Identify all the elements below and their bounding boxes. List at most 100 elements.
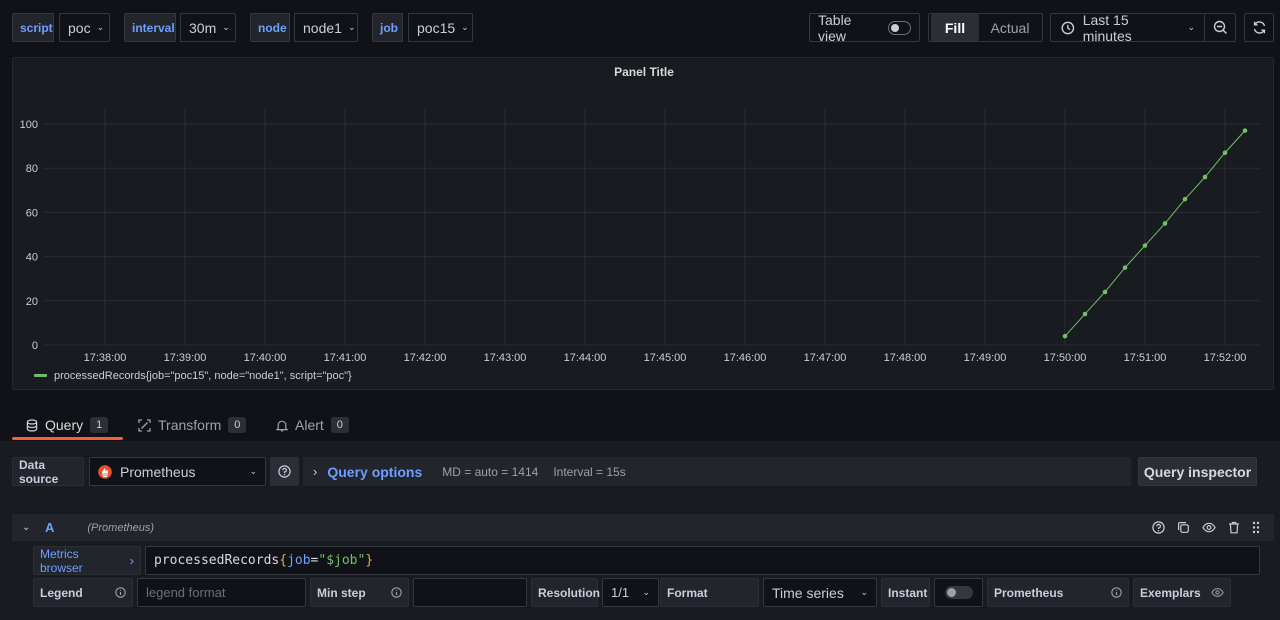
datasource-value: Prometheus — [120, 463, 196, 480]
x-tick-label: 17:45:00 — [644, 352, 687, 364]
series-line — [1064, 130, 1246, 337]
help-icon[interactable] — [1152, 521, 1165, 534]
chevron-down-icon: ⌄ — [347, 22, 356, 32]
panel-title: Panel Title — [614, 65, 674, 79]
resolution-select[interactable]: 1/1 ⌄ — [602, 578, 659, 607]
tab-alert[interactable]: Alert 0 — [276, 412, 349, 438]
tab-query[interactable]: Query 1 — [26, 412, 109, 438]
tab-transform-count: 0 — [228, 417, 247, 433]
chevron-down-icon: ⌄ — [860, 587, 868, 597]
variable-value-node: node1 — [303, 19, 342, 36]
y-tick-label: 80 — [26, 163, 38, 175]
variable-label-job: job — [372, 13, 403, 42]
tab-transform[interactable]: Transform 0 — [138, 412, 247, 438]
query-ref-id[interactable]: A — [45, 520, 54, 535]
prometheus-label: Prometheus — [994, 585, 1064, 600]
info-icon[interactable] — [391, 587, 402, 598]
chevron-down-icon: ⌄ — [461, 22, 469, 32]
tab-alert-label: Alert — [295, 417, 324, 433]
format-select[interactable]: Time series ⌄ — [763, 578, 877, 607]
legend-option: Legend — [33, 578, 133, 607]
datasource-help-button[interactable] — [270, 457, 299, 486]
refresh-button[interactable] — [1244, 13, 1274, 42]
chevron-down-icon: ⌄ — [249, 466, 257, 476]
variable-select-node[interactable]: node1 ⌄ — [294, 13, 358, 42]
drag-handle-icon[interactable] — [1252, 521, 1260, 534]
instant-label: Instant — [881, 578, 930, 607]
format-value: Time series — [772, 584, 844, 601]
chevron-right-icon: › — [129, 553, 134, 568]
variable-select-interval[interactable]: 30m ⌄ — [180, 13, 236, 42]
min-step-input[interactable] — [413, 578, 527, 607]
query-options-bar[interactable]: › Query options MD = auto = 1414 Interva… — [303, 457, 1131, 486]
info-icon[interactable] — [115, 587, 126, 598]
variable-select-script[interactable]: poc ⌄ — [59, 13, 110, 42]
query-options-label: Query options — [327, 463, 423, 480]
promql-query-input[interactable]: processedRecords{job = "$job"} — [145, 546, 1260, 575]
chevron-down-icon: ⌄ — [1187, 22, 1195, 32]
data-point — [1162, 221, 1168, 226]
x-tick-label: 17:47:00 — [804, 352, 847, 364]
eye-icon[interactable] — [1202, 521, 1216, 534]
format-label: Format — [660, 578, 759, 607]
y-tick-label: 60 — [26, 207, 38, 219]
query-options-interval: Interval = 15s — [553, 464, 626, 479]
y-tick-label: 0 — [32, 340, 38, 352]
query-brace-open: { — [279, 553, 288, 568]
data-point — [1222, 150, 1228, 156]
time-range-picker[interactable]: Last 15 minutes ⌄ — [1050, 12, 1206, 44]
x-tick-label: 17:46:00 — [724, 352, 767, 364]
x-tick-label: 17:43:00 — [484, 352, 527, 364]
duplicate-icon[interactable] — [1177, 521, 1190, 534]
database-icon — [26, 418, 38, 432]
fill-actual-group: Fill Actual — [928, 13, 1043, 42]
metrics-browser-button[interactable]: Metrics browser › — [33, 546, 141, 575]
clock-icon — [1061, 21, 1075, 34]
datasource-picker[interactable]: Prometheus ⌄ — [89, 457, 266, 486]
data-point — [1142, 243, 1148, 248]
data-point — [1202, 174, 1208, 180]
info-icon[interactable] — [1111, 587, 1122, 598]
refresh-icon — [1253, 21, 1265, 34]
time-series-chart: Panel Title 0 20 40 60 80 100 17:38:00 17:39:00… — [20, 65, 1260, 382]
legend-entry: processedRecords{job="poc15", node="node… — [54, 370, 352, 382]
x-tick-label: 17:51:00 — [1124, 352, 1167, 364]
query-brace-close: } — [365, 553, 374, 568]
chevron-right-icon: › — [313, 464, 318, 479]
query-row-actions — [1152, 521, 1274, 534]
query-metric: processedRecords — [154, 553, 280, 568]
variable-value-job: poc15 — [417, 19, 456, 36]
table-view-toggle[interactable]: Table view — [809, 12, 920, 44]
instant-toggle[interactable] — [934, 578, 983, 607]
collapse-icon[interactable]: ⌄ — [22, 522, 36, 533]
actual-button[interactable]: Actual — [979, 14, 1041, 41]
x-tick-label: 17:40:00 — [244, 352, 287, 364]
query-datasource-name: (Prometheus) — [87, 521, 155, 534]
metrics-browser-label: Metrics browser — [40, 546, 83, 575]
variable-value-interval: 30m — [189, 19, 217, 36]
legend-format-input[interactable]: legend format — [137, 578, 306, 607]
data-point — [1122, 265, 1128, 270]
zoom-out-icon — [1213, 20, 1227, 34]
trash-icon[interactable] — [1228, 521, 1240, 534]
chevron-down-icon: ⌄ — [642, 587, 650, 597]
bell-icon — [276, 420, 288, 431]
help-icon — [278, 465, 291, 478]
prometheus-option: Prometheus — [987, 578, 1129, 607]
x-tick-label: 17:52:00 — [1204, 352, 1247, 364]
tab-transform-label: Transform — [158, 417, 222, 433]
query-operator: = — [310, 553, 319, 568]
variable-select-job[interactable]: poc15 ⌄ — [408, 13, 473, 42]
eye-icon[interactable] — [1211, 587, 1224, 598]
transform-icon — [138, 418, 151, 432]
query-inspector-button[interactable]: Query inspector — [1138, 457, 1257, 486]
toggle-switch — [944, 586, 973, 599]
x-tick-label: 17:48:00 — [884, 352, 927, 364]
zoom-out-button[interactable] — [1204, 13, 1236, 42]
fill-label: Fill — [944, 19, 966, 36]
fill-button[interactable]: Fill — [931, 14, 979, 41]
datasource-label: Data source — [12, 457, 84, 486]
tab-alert-count: 0 — [330, 417, 349, 433]
variable-label-node: node — [250, 13, 290, 42]
data-point — [1182, 196, 1188, 202]
